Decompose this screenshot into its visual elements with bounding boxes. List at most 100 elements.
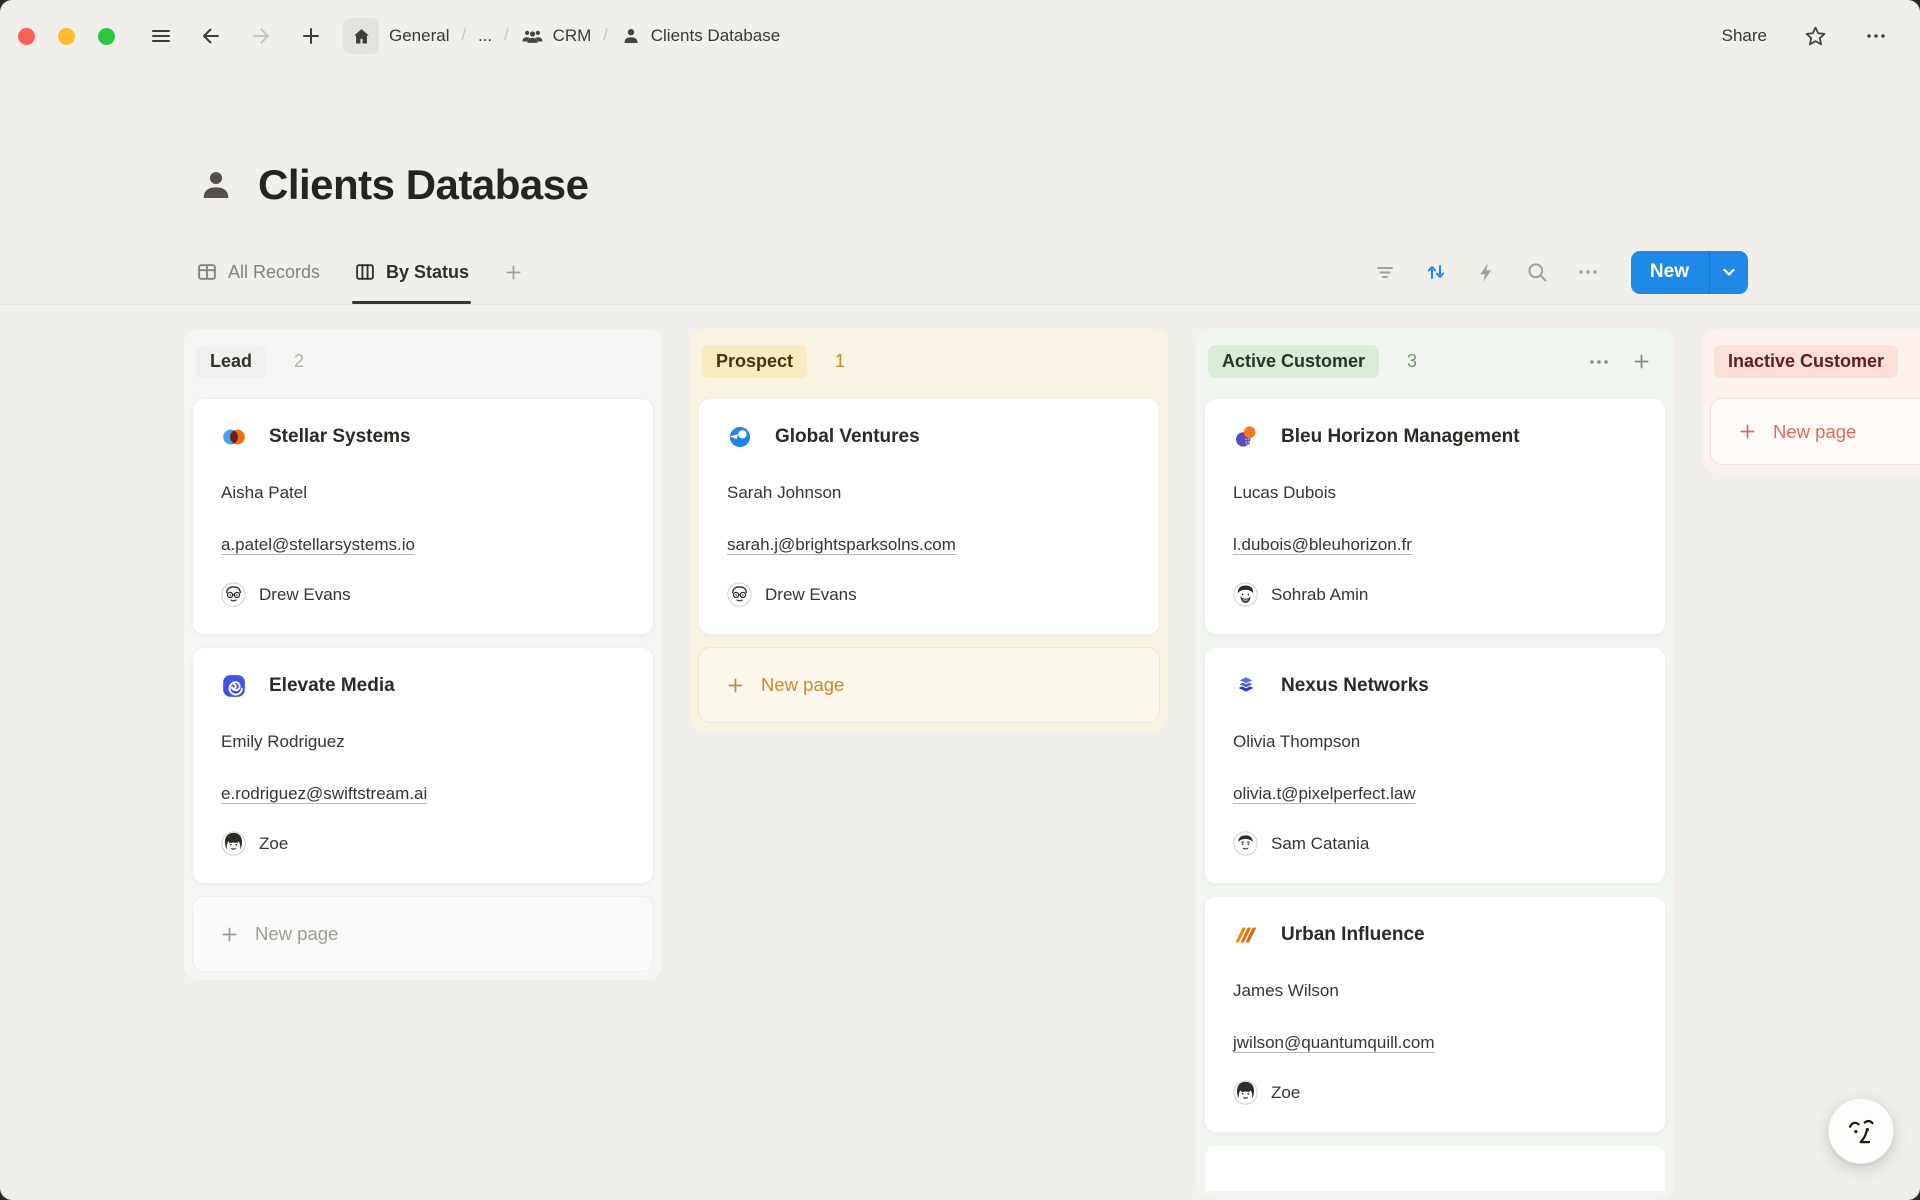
breadcrumb: General/.../CRM/Clients Database [389,25,780,48]
column-header: Prospect 1 [698,337,1160,398]
person-icon [620,25,642,47]
contact-email[interactable]: a.patel@stellarsystems.io [221,535,415,555]
page-title: Clients Database [258,161,588,209]
nav-icons [143,18,379,54]
contact-email[interactable]: olivia.t@pixelperfect.law [1233,784,1416,804]
plus-icon [219,924,240,945]
filter-icon[interactable] [1373,260,1397,284]
new-page-label: New page [1773,421,1856,443]
company-name: Global Ventures [775,426,920,448]
menu-icon[interactable] [143,18,179,54]
board-column-inactive: Inactive Customer New page [1702,329,1920,473]
urban-influence-logo [1233,922,1259,948]
window-controls [18,28,115,45]
status-pill[interactable]: Inactive Customer [1714,345,1898,378]
page-body: Clients Database All Records By Status Ne… [0,156,1920,1175]
close-window-button[interactable] [18,28,35,45]
contact-email[interactable]: l.dubois@bleuhorizon.fr [1233,535,1412,555]
board-column-lead: Lead 2 Stellar Systems Aisha Patel a.pat… [184,329,662,980]
global-ventures-logo [727,424,753,450]
table-view-icon [196,261,218,283]
breadcrumb-item[interactable]: General [389,26,449,46]
assignee-name: Sohrab Amin [1271,585,1368,605]
contact-name: Sarah Johnson [727,483,1131,503]
record-card[interactable]: Stellar Systems Aisha Patel a.patel@stel… [192,398,654,635]
more-icon[interactable] [1576,260,1600,284]
board-column-active: Active Customer 3 Bleu Horizon Managemen… [1196,329,1674,1199]
search-icon[interactable] [1525,260,1549,284]
new-tab-icon[interactable] [293,18,329,54]
page-person-icon[interactable] [196,165,236,205]
nexus-networks-logo [1233,673,1259,699]
new-page-button[interactable]: New page [192,896,654,972]
status-pill[interactable]: Active Customer [1208,345,1379,378]
column-count: 1 [835,351,845,372]
new-page-button[interactable]: New page [698,647,1160,723]
forward-icon [243,18,279,54]
plus-icon [725,675,746,696]
truncated-card[interactable] [1204,1145,1666,1191]
sort-icon[interactable] [1424,260,1448,284]
contact-name: Lucas Dubois [1233,483,1637,503]
view-tab-by-status[interactable]: By Status [354,240,469,304]
column-add-card-icon[interactable] [1631,351,1652,372]
contact-name: Emily Rodriguez [221,732,625,752]
minimize-window-button[interactable] [58,28,75,45]
new-record-button[interactable]: New [1631,251,1748,294]
assignee-name: Sam Catania [1271,834,1369,854]
add-view-icon[interactable] [503,262,524,283]
notion-ai-button[interactable] [1828,1098,1894,1164]
breadcrumb-item[interactable]: CRM [521,25,592,48]
record-card[interactable]: Bleu Horizon Management Lucas Dubois l.d… [1204,398,1666,635]
app-window: General/.../CRM/Clients Database Share C… [0,0,1920,1200]
column-count: 3 [1407,351,1417,372]
assignee-row: Drew Evans [727,582,1131,607]
plus-icon [1737,421,1758,442]
contact-email[interactable]: e.rodriguez@swiftstream.ai [221,784,427,804]
view-tab-all-records[interactable]: All Records [196,240,320,304]
assignee-row: Zoe [221,831,625,856]
breadcrumb-item[interactable]: Clients Database [620,25,780,47]
column-more-icon[interactable] [1587,350,1611,374]
new-button-label[interactable]: New [1631,251,1709,294]
zoom-window-button[interactable] [98,28,115,45]
company-name: Urban Influence [1281,924,1425,946]
avatar-zoe [221,831,246,856]
record-card[interactable]: Global Ventures Sarah Johnson sarah.j@br… [698,398,1160,635]
breadcrumb-item[interactable]: ... [478,26,492,46]
topbar-more-icon[interactable] [1864,24,1888,48]
home-icon[interactable] [343,18,379,54]
status-pill[interactable]: Lead [196,345,266,378]
new-page-label: New page [761,674,844,696]
company-name: Bleu Horizon Management [1281,426,1520,448]
automation-icon[interactable] [1475,261,1498,284]
record-card[interactable]: Nexus Networks Olivia Thompson olivia.t@… [1204,647,1666,884]
share-button[interactable]: Share [1722,26,1767,46]
views-row: All Records By Status New [0,240,1920,304]
chevron-down-icon [1719,262,1739,282]
company-name: Nexus Networks [1281,675,1429,697]
contact-name: James Wilson [1233,981,1637,1001]
column-header: Active Customer 3 [1204,337,1666,398]
back-icon[interactable] [193,18,229,54]
favorite-star-icon[interactable] [1803,24,1828,49]
contact-name: Aisha Patel [221,483,625,503]
assignee-name: Drew Evans [765,585,857,605]
stellar-systems-logo [221,424,247,450]
record-card[interactable]: Elevate Media Emily Rodriguez e.rodrigue… [192,647,654,884]
contact-email[interactable]: jwilson@quantumquill.com [1233,1033,1435,1053]
avatar-sohrab-amin [1233,582,1258,607]
people-icon [521,25,544,48]
new-button-dropdown[interactable] [1709,251,1748,294]
column-header: Inactive Customer [1710,337,1920,398]
column-header: Lead 2 [192,337,654,398]
contact-email[interactable]: sarah.j@brightsparksolns.com [727,535,956,555]
new-page-button[interactable]: New page [1710,398,1920,465]
board-view: Lead 2 Stellar Systems Aisha Patel a.pat… [0,305,1920,1175]
company-name: Stellar Systems [269,426,411,448]
breadcrumb-label: General [389,26,449,46]
assignee-name: Zoe [259,834,288,854]
status-pill[interactable]: Prospect [702,345,807,378]
topbar: General/.../CRM/Clients Database Share [0,0,1920,72]
record-card[interactable]: Urban Influence James Wilson jwilson@qua… [1204,896,1666,1133]
